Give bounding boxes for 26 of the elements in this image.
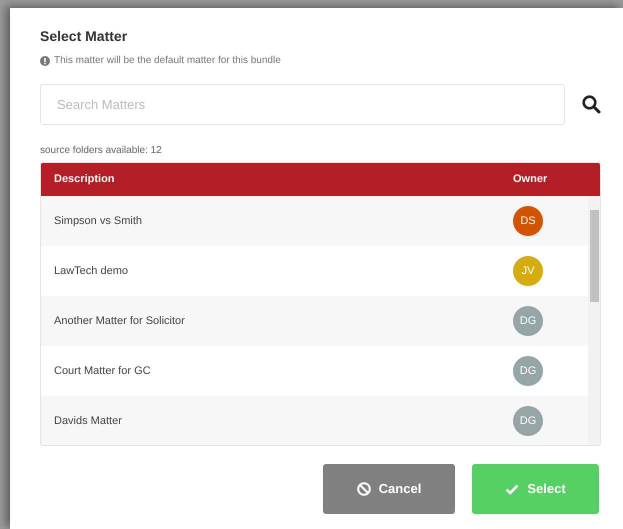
table-row[interactable]: Davids Matter DG bbox=[41, 396, 588, 445]
matter-name: Simpson vs Smith bbox=[53, 214, 144, 229]
matter-name: Court Matter for GC bbox=[53, 364, 152, 379]
owner-avatar: DS bbox=[513, 206, 543, 236]
matter-name: Another Matter for Solicitor bbox=[53, 314, 186, 329]
scrollbar-thumb[interactable] bbox=[590, 210, 599, 302]
table-row[interactable]: Simpson vs Smith DS bbox=[41, 196, 588, 246]
search-icon[interactable] bbox=[582, 95, 601, 114]
owner-avatar: DG bbox=[513, 406, 543, 436]
info-icon bbox=[40, 56, 50, 66]
owner-avatar: DG bbox=[513, 356, 543, 386]
count-label: source folders available: 12 bbox=[40, 145, 163, 157]
matter-name: LawTech demo bbox=[53, 264, 129, 279]
dialog-title: Select Matter bbox=[40, 27, 128, 45]
table-row[interactable]: Another Matter for Solicitor DG bbox=[41, 296, 588, 346]
cancel-button[interactable]: Cancel bbox=[323, 464, 455, 514]
column-header: Owner bbox=[513, 172, 548, 188]
check-icon bbox=[505, 484, 520, 494]
matter-name: Davids Matter bbox=[53, 414, 123, 429]
scrollbar[interactable] bbox=[588, 196, 600, 445]
column-header: Description bbox=[53, 172, 116, 188]
info-text: This matter will be the default matter for this bundle bbox=[54, 54, 281, 68]
owner-avatar: JV bbox=[513, 256, 543, 286]
search-field[interactable]: Search Matters bbox=[40, 84, 566, 125]
ban-icon bbox=[356, 482, 371, 496]
owner-avatar: DG bbox=[513, 306, 543, 336]
